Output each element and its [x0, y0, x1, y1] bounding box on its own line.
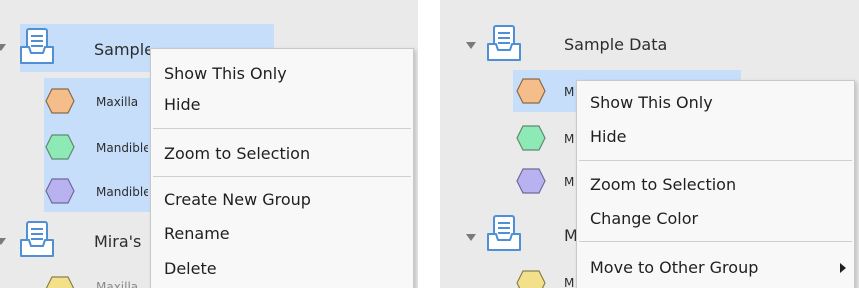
data-tray-icon [487, 25, 521, 61]
hexagon-icon [45, 276, 75, 288]
child-label-mandible: Mandible [564, 132, 575, 146]
child-label-maxilla: Maxilla [564, 276, 575, 288]
group-label-miras: Mira's [94, 232, 142, 251]
menu-item-show-this-only[interactable]: Show This Only [577, 87, 854, 119]
group-label-miras: Mira's [564, 226, 576, 245]
menu-separator [153, 176, 411, 177]
menu-item-move-to-other-group[interactable]: Move to Other Group [577, 252, 854, 284]
menu-item-delete[interactable]: Delete [151, 253, 413, 285]
data-tray-icon [20, 221, 54, 257]
hexagon-icon [45, 178, 75, 204]
hexagon-icon [516, 270, 546, 288]
child-label-mandible: Mandible [564, 175, 575, 189]
menu-item-zoom-to-selection[interactable]: Zoom to Selection [577, 169, 854, 201]
caret-down-icon[interactable] [466, 42, 476, 49]
menu-separator [153, 128, 411, 129]
menu-separator [579, 160, 852, 161]
child-label-maxilla: Maxilla [96, 95, 139, 109]
child-label-mandible: Mandible [96, 141, 148, 155]
hexagon-icon [516, 168, 546, 194]
hexagon-icon [45, 134, 75, 160]
child-label-maxilla: Maxilla [96, 280, 139, 288]
caret-down-icon[interactable] [0, 238, 6, 245]
data-tray-icon [20, 28, 54, 64]
menu-item-create-new-group[interactable]: Create New Group [151, 184, 413, 216]
child-label-mandible: Mandible [96, 185, 148, 199]
menu-separator [579, 241, 852, 242]
tree-panel-left: Sample Data Maxilla Mandible Mandible Mi… [0, 0, 418, 288]
menu-item-change-color[interactable]: Change Color [577, 203, 854, 235]
group-label-sample-data: Sample Data [564, 35, 668, 54]
caret-down-icon[interactable] [466, 234, 476, 241]
child-label-maxilla: Maxilla [564, 85, 575, 99]
menu-item-hide[interactable]: Hide [577, 121, 854, 153]
hexagon-icon [45, 88, 75, 114]
menu-item-zoom-to-selection[interactable]: Zoom to Selection [151, 138, 413, 170]
hexagon-icon [516, 125, 546, 151]
context-menu: Show This Only Hide Zoom to Selection Cr… [150, 48, 414, 288]
caret-down-icon[interactable] [0, 44, 6, 51]
group-label-sample-data: Sample Data [94, 40, 150, 59]
context-menu: Show This Only Hide Zoom to Selection Ch… [576, 80, 855, 288]
tree-panel-right: Sample Data Maxilla Mandible Mandible Mi… [440, 0, 859, 288]
menu-item-hide[interactable]: Hide [151, 89, 413, 121]
menu-item-label: Move to Other Group [590, 258, 759, 277]
menu-item-show-this-only[interactable]: Show This Only [151, 58, 413, 90]
submenu-arrow-icon [840, 263, 846, 273]
data-tray-icon [487, 215, 521, 251]
menu-item-rename[interactable]: Rename [151, 218, 413, 250]
hexagon-icon [516, 78, 546, 104]
